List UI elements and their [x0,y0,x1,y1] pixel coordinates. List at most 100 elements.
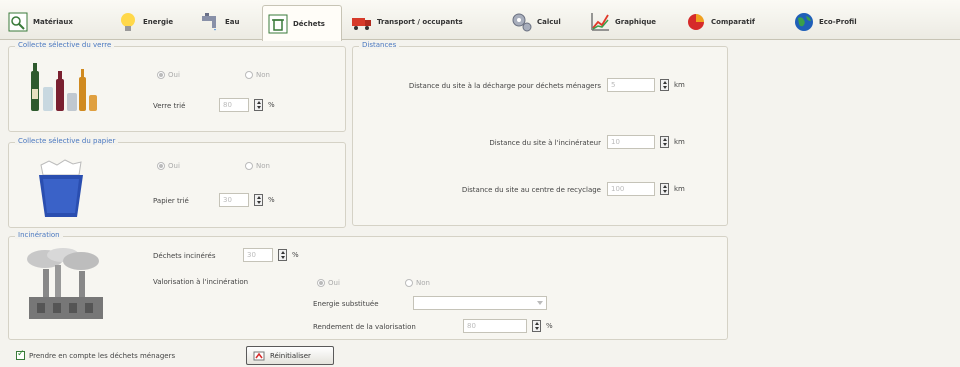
globe-icon [795,12,813,31]
materials-icon [8,12,28,31]
tab-label: Matériaux [33,17,73,26]
tab-label: Energie [143,17,174,26]
pie-chart-icon [688,13,704,30]
glass-rate-field[interactable]: 80 [219,98,249,112]
lightbulb-icon [121,12,135,31]
tab-label: Eco-Profil [819,17,857,26]
recycling-distance-field[interactable]: 100 [607,182,655,196]
glass-collection-group: Collecte sélective du verre Oui Non Verr… [8,41,346,132]
truck-icon [352,17,371,30]
tab-materiaux[interactable]: Matériaux [2,6,96,36]
glass-rate-stepper[interactable]: 80 % [219,98,275,112]
stepper-arrows[interactable] [532,320,541,332]
landfill-distance-field[interactable]: 5 [607,78,655,92]
tab-dechets[interactable]: Déchets [262,5,342,41]
radio-dot [405,279,413,287]
chart-icon [591,12,609,31]
efficiency-label: Rendement de la valorisation [313,323,416,331]
chevron-down-icon [537,301,543,305]
group-legend: Collecte sélective du verre [15,41,115,49]
radio-dot [157,71,165,79]
recycling-distance-label: Distance du site au centre de recyclage [461,186,601,194]
landfill-distance-stepper[interactable]: 5 km [607,78,685,92]
burned-waste-label: Déchets incinérés [153,252,216,260]
incinerator-distance-label: Distance du site à l'incinérateur [489,139,601,147]
unit-label: km [674,185,685,193]
incinerator-distance-stepper[interactable]: 10 km [607,135,685,149]
unit-label: km [674,81,685,89]
efficiency-field[interactable]: 80 [463,319,527,333]
burned-waste-stepper[interactable]: 30 % [243,248,299,262]
radio-label: Oui [168,162,180,170]
paper-non-radio[interactable]: Non [245,162,270,170]
stepper-arrows[interactable] [660,136,669,148]
unit-label: % [292,251,299,259]
paper-rate-stepper[interactable]: 30 % [219,193,275,207]
tab-eau[interactable]: Eau [194,6,256,36]
paper-rate-label: Papier trié [153,197,189,205]
landfill-distance-label: Distance du site à la décharge pour déch… [408,82,601,90]
radio-dot [245,162,253,170]
reset-button[interactable]: Réinitialiser [246,346,334,365]
glass-oui-radio[interactable]: Oui [157,71,180,79]
tab-label: Graphique [615,17,657,26]
incinerator-distance-field[interactable]: 10 [607,135,655,149]
tab-eco-profil[interactable]: Eco-Profil [788,6,872,36]
radio-dot [317,279,325,287]
reset-icon [253,351,265,360]
tab-label: Eau [225,17,240,26]
button-label: Réinitialiser [270,351,311,360]
tab-transport[interactable]: Transport / occupants [346,6,498,36]
household-waste-checkbox[interactable]: Prendre en compte les déchets ménagers [16,349,176,360]
paper-rate-field[interactable]: 30 [219,193,249,207]
valorisation-label: Valorisation à l'incinération [153,278,249,286]
valorisation-non-radio[interactable]: Non [405,279,430,287]
incineration-group: Incinération Déchets incinérés 30 % Valo… [8,231,728,340]
substituted-energy-select[interactable] [413,296,547,310]
paper-collection-group: Collecte sélective du papier Oui Non Pap… [8,137,346,228]
tab-label: Calcul [537,17,561,26]
unit-label: % [546,322,553,330]
tab-graphique[interactable]: Graphique [584,6,672,36]
substituted-energy-label: Energie substituée [313,300,379,308]
recycling-distance-stepper[interactable]: 100 km [607,182,685,196]
paper-bin-image [39,159,83,217]
radio-label: Oui [168,71,180,79]
checkbox-box[interactable] [16,349,25,360]
water-tap-icon [202,12,216,30]
glass-rate-label: Verre trié [153,102,186,110]
distances-group: Distances Distance du site à la décharge… [352,41,728,226]
stepper-arrows[interactable] [254,194,263,206]
gears-icon [512,13,532,31]
group-legend: Incinération [15,231,63,239]
group-legend: Collecte sélective du papier [15,137,119,145]
tab-energie[interactable]: Energie [112,6,186,36]
tab-label: Déchets [293,19,325,28]
burned-waste-field[interactable]: 30 [243,248,273,262]
tab-comparatif[interactable]: Comparatif [680,6,782,36]
incinerator-factory-image [27,248,103,319]
group-legend: Distances [359,41,400,49]
stepper-arrows[interactable] [254,99,263,111]
radio-label: Non [416,279,430,287]
tab-label: Comparatif [711,17,755,26]
checkbox-label: Prendre en compte les déchets ménagers [29,351,176,360]
unit-label: % [268,101,275,109]
glass-bottles-image [31,63,97,111]
glass-non-radio[interactable]: Non [245,71,270,79]
radio-label: Non [256,162,270,170]
stepper-arrows[interactable] [660,183,669,195]
stepper-arrows[interactable] [660,79,669,91]
unit-label: km [674,138,685,146]
tab-calcul[interactable]: Calcul [506,6,576,36]
unit-label: % [268,196,275,204]
tab-bar: Matériaux Energie Eau Déchets Transport … [0,0,960,41]
radio-label: Non [256,71,270,79]
valorisation-oui-radio[interactable]: Oui [317,279,340,287]
radio-label: Oui [328,279,340,287]
stepper-arrows[interactable] [278,249,287,261]
radio-dot [245,71,253,79]
waste-icon [268,14,288,33]
paper-oui-radio[interactable]: Oui [157,162,180,170]
efficiency-stepper[interactable]: 80 % [463,319,553,333]
